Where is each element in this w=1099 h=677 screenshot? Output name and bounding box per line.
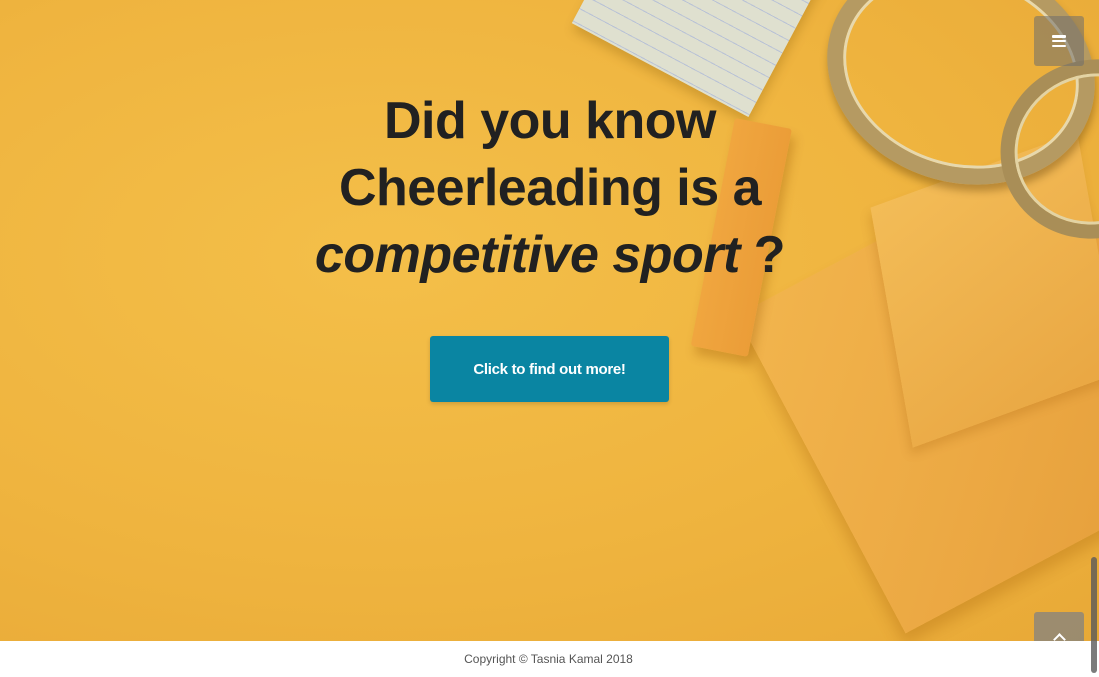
page: Did you know Cheerleading is a competiti… bbox=[0, 0, 1099, 677]
headline-emphasis: competitive sport bbox=[314, 226, 740, 284]
footer: Copyright © Tasnia Kamal 2018 bbox=[0, 641, 1099, 677]
hero-headline: Did you know Cheerleading is a competiti… bbox=[250, 88, 850, 289]
headline-line-2: Cheerleading is a bbox=[338, 159, 762, 217]
headline-suffix: ? bbox=[739, 226, 786, 284]
scrollbar-thumb[interactable] bbox=[1091, 557, 1097, 673]
menu-toggle-button[interactable] bbox=[1034, 16, 1084, 66]
headline-line-1: Did you know bbox=[384, 92, 717, 150]
find-out-more-button[interactable]: Click to find out more! bbox=[430, 336, 669, 402]
hamburger-menu-icon bbox=[1052, 35, 1066, 47]
hero-section: Did you know Cheerleading is a competiti… bbox=[0, 0, 1099, 641]
copyright-text: Copyright © Tasnia Kamal 2018 bbox=[464, 652, 633, 666]
